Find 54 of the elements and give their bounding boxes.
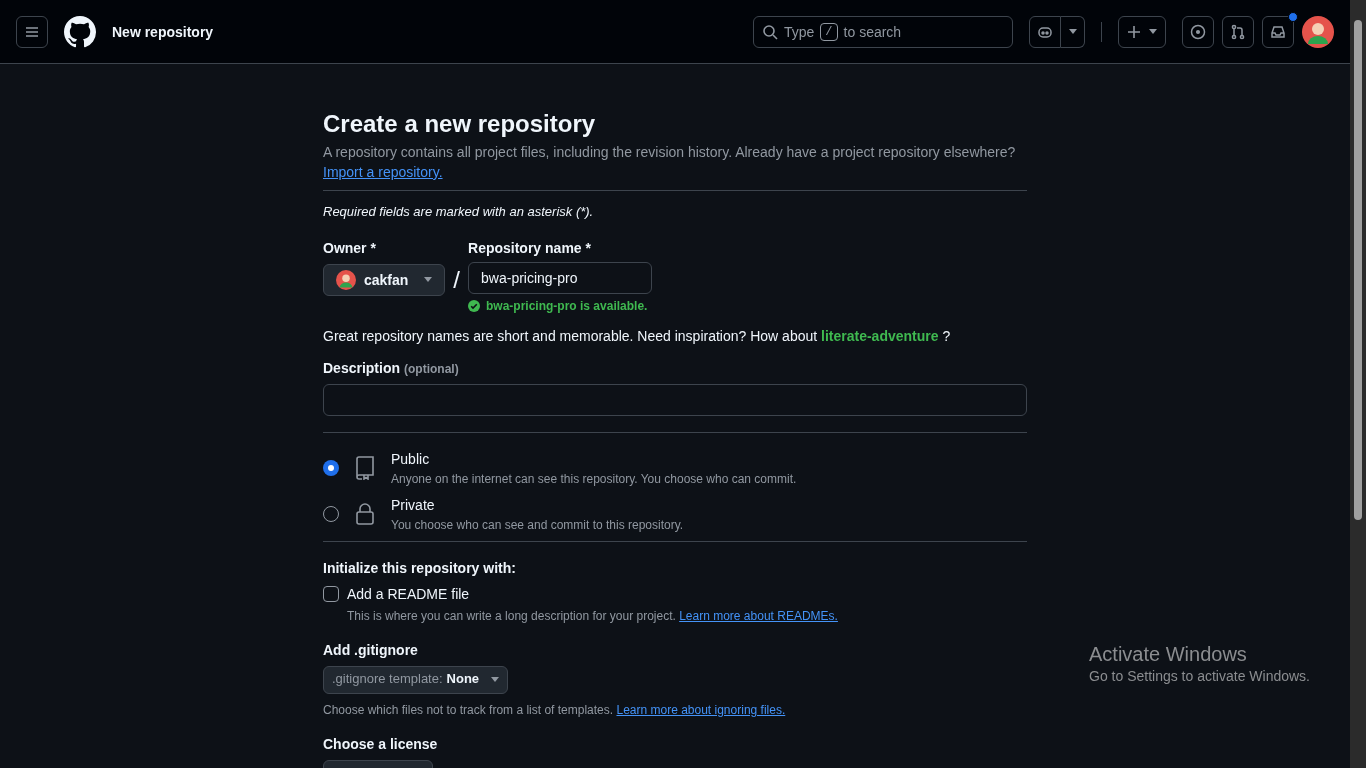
issues-icon[interactable] [1182, 15, 1214, 48]
caret-icon [424, 277, 433, 283]
plus-icon [1127, 24, 1141, 39]
description-label: Description [323, 358, 400, 378]
suggestion-text: Great repository names are short and memorable. Need inspiration? How about literate-adventure ? [323, 326, 952, 346]
shortcut-key: / [820, 22, 838, 41]
visibility-detail: Anyone on the internet can see this repository. You choose who can commit. [391, 470, 797, 487]
owner-separator: / [453, 264, 461, 295]
user-avatar[interactable] [1302, 15, 1334, 48]
pull-request-icon[interactable] [1222, 15, 1254, 48]
owner-dropdown[interactable]: cakfan [323, 263, 446, 296]
repository-name-label: Repository name * [468, 238, 592, 258]
gitignore-dropdown[interactable]: .gitignore template: None [323, 665, 509, 694]
suggested-name-link[interactable]: literate-adventure [821, 327, 939, 344]
activation-subtitle: Go to Settings to activate Windows. [1089, 667, 1310, 686]
caret-icon [491, 677, 500, 683]
avatar-icon [1302, 15, 1334, 48]
repository-name-field[interactable]: bwa-pricing-pro [468, 261, 653, 294]
octocat-logo-icon[interactable] [64, 15, 96, 48]
search-field[interactable]: Type / to search [753, 15, 1013, 48]
copilot-button[interactable] [1029, 15, 1061, 48]
availability-message: bwa-pricing-pro is available. [486, 297, 648, 314]
intro-text: A repository contains all project files, including the revision history. Already have a project repository elsewhere? [323, 143, 1017, 162]
readme-learn-link[interactable]: Learn more about READMEs. [679, 608, 838, 623]
caret-icon [1149, 29, 1157, 34]
menu-icon[interactable] [16, 15, 48, 48]
import-link[interactable]: Import a repository. [323, 164, 443, 180]
owner-label: Owner * [323, 238, 377, 258]
caret-icon [1068, 29, 1077, 34]
visibility-label: Private [391, 495, 436, 515]
gitignore-learn-link[interactable]: Learn more about ignoring files. [616, 702, 786, 717]
lock-icon [355, 501, 375, 526]
visibility-label: Public [391, 449, 431, 469]
required-note: Required fields are marked with an asterisk (*). [323, 203, 595, 221]
readme-label: Add a README file [347, 584, 470, 604]
readme-detail: This is where you can write a long description for your project. Learn more about READMEs. [347, 607, 839, 624]
page-heading: Create a new repository [323, 110, 597, 138]
create-new-button[interactable] [1118, 15, 1166, 48]
page-title: New repository [112, 22, 214, 42]
license-heading: Choose a license [323, 734, 439, 754]
gitignore-detail: Choose which files not to track from a list of templates. Learn more about ignoring files. [323, 701, 787, 718]
copilot-menu-button[interactable] [1061, 15, 1085, 48]
readme-checkbox[interactable] [323, 585, 339, 602]
search-placeholder: to search [843, 22, 902, 42]
optional-hint: (optional) [404, 360, 459, 377]
book-icon [355, 455, 375, 480]
search-icon [762, 23, 778, 40]
initialize-heading: Initialize this repository with: [323, 558, 517, 578]
search-placeholder: Type [784, 22, 815, 42]
avatar-icon [336, 269, 356, 290]
gitignore-heading: Add .gitignore [323, 640, 419, 660]
activation-title: Activate Windows [1089, 642, 1248, 666]
visibility-detail: You choose who can see and commit to this repository. [391, 516, 684, 533]
radio-button[interactable] [323, 459, 339, 476]
